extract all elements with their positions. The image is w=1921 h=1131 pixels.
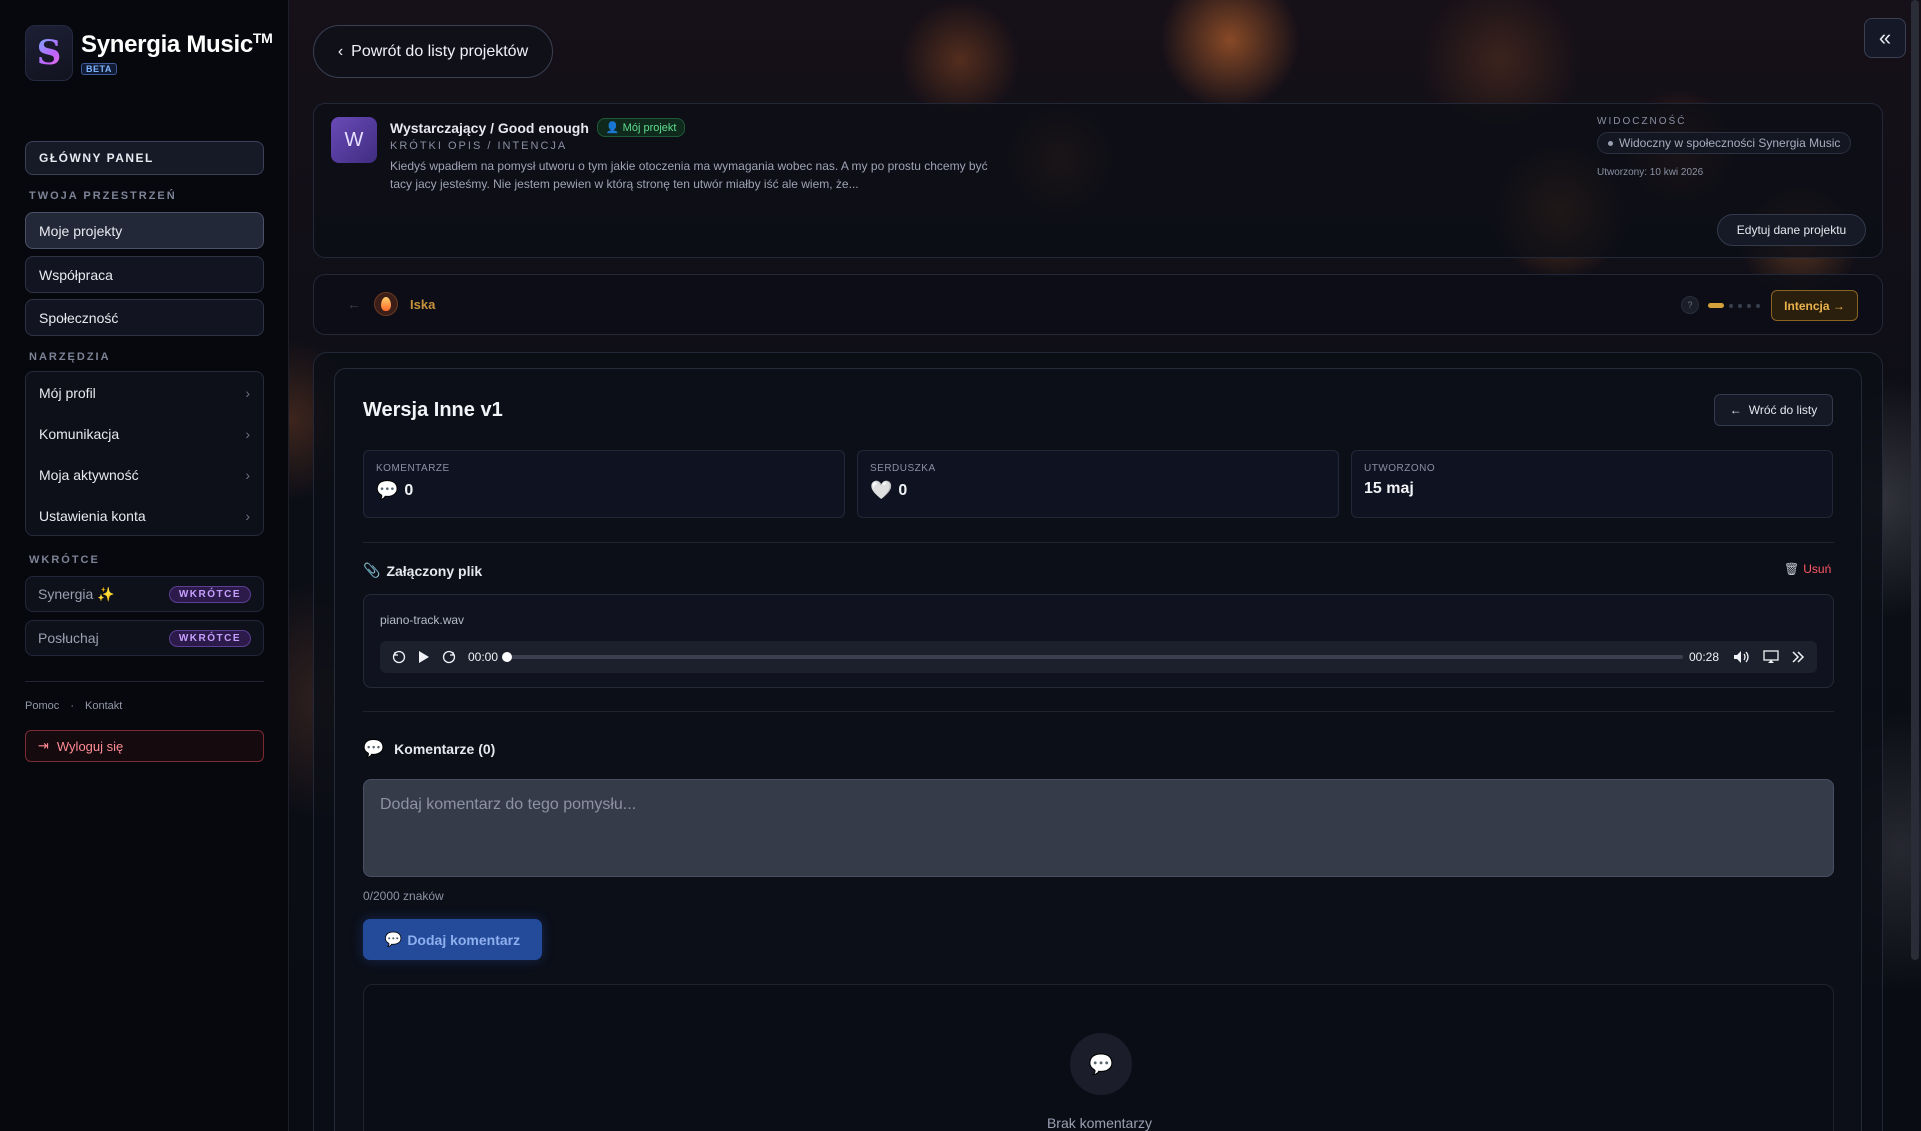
project-avatar: W — [331, 117, 377, 163]
section-label-tools: NARZĘDZIA — [29, 351, 111, 363]
brand[interactable]: S Synergia MusicTM BETA — [25, 25, 273, 81]
comment-input[interactable] — [363, 779, 1834, 877]
chevron-right-icon: › — [245, 466, 250, 483]
progress-step — [1747, 303, 1751, 308]
divider — [25, 681, 264, 682]
seek-handle[interactable] — [502, 652, 513, 662]
stage-bar: ← Iska ? Intencja → — [313, 274, 1883, 335]
audio-player: 00:00 00:28 — [380, 641, 1817, 673]
project-subtitle: KRÓTKI OPIS / INTENCJA — [390, 140, 568, 152]
visibility-pill: Widoczny w społeczności Synergia Music — [1597, 132, 1852, 154]
soon-badge: WKRÓTCE — [168, 585, 251, 603]
stage-prev-button[interactable]: ← — [347, 296, 361, 312]
sidebar-item-profile[interactable]: Mój profil › — [26, 372, 263, 413]
back-to-list-button[interactable]: ← Wróć do listy — [1714, 394, 1833, 426]
sidebar: S Synergia MusicTM BETA GŁÓWNY PANEL TWO… — [0, 0, 289, 1131]
heart-icon: 🤍 — [870, 480, 893, 500]
flame-icon — [374, 292, 398, 316]
double-chevron-left-icon: « — [1878, 25, 1892, 50]
progress-step — [1729, 303, 1733, 308]
more-options-icon[interactable] — [1791, 650, 1805, 664]
help-icon[interactable]: ? — [1681, 296, 1699, 314]
comments-title: 💬 Komentarze (0) — [363, 739, 496, 758]
logo-letter: S — [36, 33, 62, 73]
trash-icon: 🗑 — [1784, 562, 1800, 576]
stat-comments: KOMENTARZE 💬 0 — [363, 450, 845, 518]
beta-badge: BETA — [81, 62, 117, 75]
sidebar-item-communication[interactable]: Komunikacja › — [26, 413, 263, 454]
rewind-icon[interactable] — [392, 650, 406, 664]
divider — [363, 711, 1834, 712]
user-icon: 👤 — [605, 122, 620, 134]
duration: 00:28 — [1688, 650, 1719, 664]
logo: S — [25, 25, 73, 81]
paperclip-icon: 📎 — [363, 562, 381, 578]
char-count: 0/2000 znaków — [363, 889, 444, 903]
back-to-projects-button[interactable]: ‹ Powrót do listy projektów — [313, 25, 553, 78]
project-card: W Wystarczający / Good enough 👤 Mój proj… — [313, 103, 1883, 258]
section-label-soon: WKRÓTCE — [29, 554, 100, 566]
scrollbar[interactable] — [1911, 0, 1919, 960]
speech-bubble-icon: 💬 — [376, 480, 399, 500]
chevron-right-icon: › — [245, 507, 250, 524]
version-card: Wersja Inne v1 ← Wróć do listy KOMENTARZ… — [334, 368, 1862, 1131]
section-label-workspace: TWOJA PRZESTRZEŃ — [29, 190, 177, 202]
progress-step — [1708, 303, 1724, 308]
brand-name: Synergia MusicTM — [81, 29, 273, 58]
sidebar-item-listen[interactable]: Posłuchaj WKRÓTCE — [25, 620, 264, 656]
arrow-left-icon: ← — [1729, 403, 1742, 417]
edit-project-button[interactable]: Edytuj dane projektu — [1717, 214, 1866, 246]
project-title: Wystarczający / Good enough 👤 Mój projek… — [390, 118, 686, 137]
soon-badge: WKRÓTCE — [168, 629, 251, 647]
collapse-sidebar-button[interactable]: « — [1864, 18, 1906, 58]
progress-step — [1756, 303, 1760, 308]
chevron-right-icon: › — [245, 425, 250, 442]
speech-bubble-icon: 💬 — [363, 739, 385, 758]
file-name: piano-track.wav — [380, 613, 465, 627]
chevron-right-icon: › — [245, 384, 250, 401]
add-comment-button[interactable]: 💬 Dodaj komentarz — [363, 919, 542, 960]
owner-badge: 👤 Mój projekt — [596, 118, 686, 137]
stat-hearts: SERDUSZKA 🤍 0 — [857, 450, 1339, 518]
volume-icon[interactable] — [1733, 650, 1751, 664]
forward-icon[interactable] — [442, 650, 456, 664]
chevron-left-icon: ‹ — [337, 42, 344, 60]
speech-bubble-icon: 💬 — [1070, 1033, 1132, 1095]
divider — [363, 542, 1834, 543]
attachment-title: 📎 Załączony plik — [363, 562, 483, 579]
empty-comments-text: Brak komentarzy — [1046, 1115, 1153, 1131]
version-title: Wersja Inne v1 — [363, 399, 503, 421]
stat-created: UTWORZONO 15 maj — [1351, 450, 1833, 518]
status-dot-icon — [1608, 140, 1613, 146]
sidebar-item-synergia[interactable]: Synergia ✨ WKRÓTCE — [25, 576, 264, 612]
nav-main-panel[interactable]: GŁÓWNY PANEL — [25, 141, 264, 175]
project-created-date: Utworzony: 10 kwi 2026 — [1597, 167, 1704, 178]
logout-button[interactable]: ⇥ Wyloguj się — [25, 730, 264, 762]
sidebar-item-collaboration[interactable]: Współpraca — [25, 256, 264, 293]
progress-step — [1738, 303, 1742, 308]
stage-name: Iska — [410, 297, 436, 312]
empty-comments: 💬 Brak komentarzy — [363, 984, 1834, 1131]
attachment-box: piano-track.wav 00:00 00:28 — [363, 594, 1834, 688]
visibility-label: WIDOCZNOŚĆ — [1597, 116, 1687, 127]
play-icon[interactable] — [418, 650, 430, 664]
sidebar-item-my-projects[interactable]: Moje projekty — [25, 212, 264, 249]
separator: · — [70, 700, 74, 712]
delete-attachment-button[interactable]: 🗑 Usuń — [1784, 562, 1831, 576]
sidebar-item-account-settings[interactable]: Ustawienia konta › — [26, 495, 263, 536]
stage-progress — [1708, 303, 1765, 308]
help-link[interactable]: Pomoc — [25, 700, 59, 712]
seek-bar[interactable] — [502, 652, 1683, 662]
tools-list: Mój profil › Komunikacja › Moja aktywność ›… — [25, 371, 264, 536]
sidebar-item-community[interactable]: Społeczność — [25, 299, 264, 336]
current-time: 00:00 — [468, 650, 499, 664]
next-stage-button[interactable]: Intencja → — [1771, 290, 1858, 321]
footer-links: Pomoc · Kontakt — [25, 700, 130, 712]
project-description: Kiedyś wpadłem na pomysł utworu o tym ja… — [390, 159, 988, 191]
cast-icon[interactable] — [1763, 650, 1779, 664]
speech-bubble-icon: 💬 — [384, 931, 403, 947]
logout-icon: ⇥ — [38, 738, 49, 753]
sidebar-item-activity[interactable]: Moja aktywność › — [26, 454, 263, 495]
contact-link[interactable]: Kontakt — [85, 700, 122, 712]
